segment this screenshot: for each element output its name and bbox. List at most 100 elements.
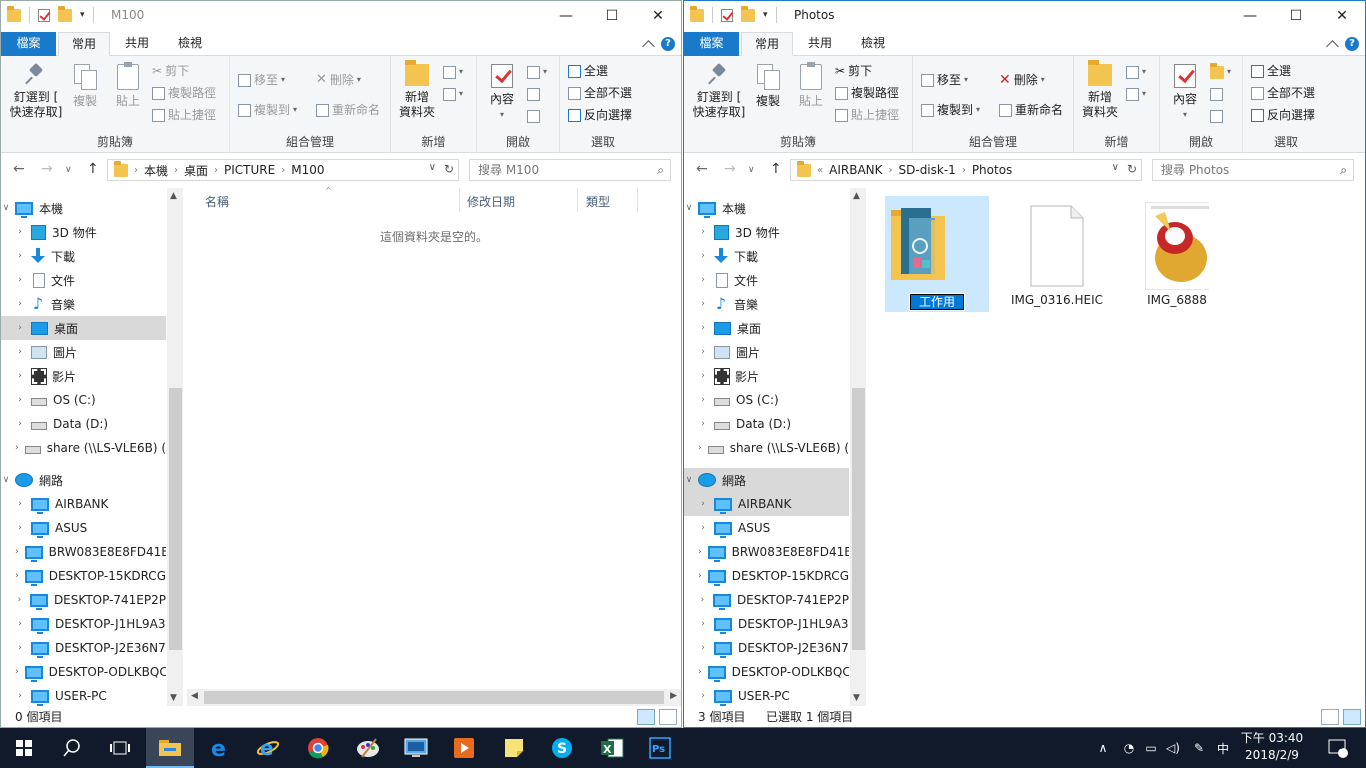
paste-button[interactable]: 貼上 <box>111 62 145 109</box>
taskbar-chrome[interactable] <box>294 728 342 768</box>
taskbar-photoshop[interactable]: Ps <box>636 728 684 768</box>
refresh-icon[interactable]: ↻ <box>1127 162 1137 176</box>
search-button[interactable] <box>48 728 96 768</box>
nav-item[interactable]: › 影片 <box>684 364 849 388</box>
nav-item[interactable]: › DESKTOP-15KDRCG <box>1 564 166 588</box>
select-none-button[interactable]: 全部不選 <box>1251 83 1315 103</box>
volume-tray-button[interactable]: ◁) <box>1162 728 1184 768</box>
scroll-down-icon[interactable]: ▼ <box>170 693 177 703</box>
nav-item-desktop[interactable]: › 桌面 <box>1 316 166 340</box>
nav-item[interactable]: › 3D 物件 <box>684 220 849 244</box>
nav-item[interactable]: › 文件 <box>684 268 849 292</box>
tab-share[interactable]: 共用 <box>113 32 161 56</box>
invert-selection-button[interactable]: 反向選擇 <box>568 105 632 125</box>
nav-item[interactable]: › ♪ 音樂 <box>1 292 166 316</box>
taskbar-edge[interactable]: e <box>196 728 244 768</box>
address-bar[interactable]: « AIRBANK › SD-disk-1 › Photos ∨ ↻ <box>790 159 1142 181</box>
nav-item[interactable]: › DESKTOP-ODLKBQC <box>1 660 166 684</box>
taskbar-file-explorer[interactable] <box>146 728 194 768</box>
maximize-button[interactable]: ☐ <box>1273 1 1319 31</box>
easy-access-button[interactable]: ▾ <box>443 84 463 104</box>
copy-button[interactable]: 複製 <box>750 64 786 109</box>
customize-qat-icon[interactable]: ▾ <box>80 10 85 20</box>
nav-item[interactable]: › Data (D:) <box>684 412 849 436</box>
properties-button[interactable]: 內容 ▾ <box>485 64 519 122</box>
nav-item[interactable]: › 圖片 <box>1 340 166 364</box>
nav-item[interactable]: › DESKTOP-J1HL9A3 <box>684 612 849 636</box>
nav-item[interactable]: › OS (C:) <box>1 388 166 412</box>
nav-item[interactable]: › share (\\LS-VLE6B) ( <box>1 436 166 460</box>
pen-tray-button[interactable]: ✎ <box>1188 728 1210 768</box>
minimize-button[interactable]: — <box>543 1 589 31</box>
pin-quick-access-button[interactable]: 釘選到 [ 快速存取] <box>690 64 748 120</box>
nav-item[interactable]: › 下載 <box>684 244 849 268</box>
column-header-name[interactable]: 名稱 <box>205 193 229 210</box>
edit-button[interactable] <box>1210 84 1223 104</box>
battery-tray-button[interactable]: ▭ <box>1140 728 1162 768</box>
start-button[interactable] <box>0 728 48 768</box>
close-button[interactable]: ✕ <box>635 1 681 31</box>
task-view-button[interactable] <box>96 728 144 768</box>
breadcrumb-item[interactable]: 桌面 <box>184 162 208 179</box>
nav-item-network[interactable]: ∨ 網路 <box>1 468 166 492</box>
scroll-left-icon[interactable]: ◀ <box>191 691 198 701</box>
history-button[interactable] <box>527 106 540 126</box>
collapse-ribbon-icon[interactable] <box>1326 39 1339 53</box>
open-button[interactable]: ▾ <box>1210 62 1231 82</box>
pin-quick-access-button[interactable]: 釘選到 [ 快速存取] <box>7 64 65 120</box>
new-item-button[interactable]: ▾ <box>1126 62 1146 82</box>
clock[interactable]: 下午 03:40 2018/2/9 <box>1236 730 1308 764</box>
back-arrow-icon[interactable]: ← <box>13 161 25 177</box>
nav-item-this-pc[interactable]: ∨ 本機 <box>684 196 849 220</box>
cut-button[interactable]: ✂ 剪下 <box>152 61 189 81</box>
file-tile-heic[interactable]: IMG_0316.HEIC <box>1005 196 1109 312</box>
recent-dropdown-icon[interactable]: ∨ <box>748 165 755 175</box>
select-all-button[interactable]: 全選 <box>568 61 608 81</box>
back-arrow-icon[interactable]: ← <box>696 161 708 177</box>
refresh-icon[interactable]: ↻ <box>444 162 454 176</box>
help-icon[interactable]: ? <box>661 37 675 51</box>
details-view-icon[interactable] <box>637 709 655 725</box>
file-tile-image[interactable]: IMG_6888 <box>1125 196 1229 312</box>
details-view-icon[interactable] <box>1321 709 1339 725</box>
large-icons-view-icon[interactable] <box>1343 709 1361 725</box>
scrollbar-thumb[interactable] <box>169 388 182 650</box>
nav-item[interactable]: › OS (C:) <box>684 388 849 412</box>
nav-item[interactable]: › 圖片 <box>684 340 849 364</box>
copy-to-button[interactable]: 複製到 ▾ <box>238 100 297 120</box>
move-to-button[interactable]: 移至 ▾ <box>238 70 285 90</box>
file-tile-folder[interactable]: 工作用 <box>885 196 989 312</box>
new-folder-icon[interactable] <box>741 5 755 22</box>
nav-item[interactable]: › 下載 <box>1 244 166 268</box>
scroll-up-icon[interactable]: ▲ <box>170 191 177 201</box>
copy-to-button[interactable]: 複製到 ▾ <box>921 100 980 120</box>
minimize-button[interactable]: — <box>1227 1 1273 31</box>
nav-item[interactable]: › ASUS <box>1 516 166 540</box>
column-header-modified[interactable]: 修改日期 <box>467 193 515 210</box>
nav-item-airbank[interactable]: › AIRBANK <box>684 492 849 516</box>
taskbar-sticky-notes[interactable] <box>490 728 538 768</box>
nav-item[interactable]: › DESKTOP-15KDRCG <box>684 564 849 588</box>
copy-button[interactable]: 複製 <box>67 64 103 109</box>
copy-path-button[interactable]: 複製路徑 <box>152 83 216 103</box>
rename-field[interactable]: 工作用 <box>885 293 989 311</box>
tab-home[interactable]: 常用 <box>58 32 110 56</box>
move-to-button[interactable]: 移至 ▾ <box>921 70 968 90</box>
new-folder-icon[interactable] <box>58 5 72 22</box>
nav-item[interactable]: › 3D 物件 <box>1 220 166 244</box>
breadcrumb-item[interactable]: SD-disk-1 <box>899 163 956 177</box>
nav-item[interactable]: › Data (D:) <box>1 412 166 436</box>
rename-button[interactable]: 重新命名 <box>316 100 380 120</box>
nav-item[interactable]: › BRW083E8E8FD41E <box>1 540 166 564</box>
tab-home[interactable]: 常用 <box>741 32 793 56</box>
nav-item[interactable]: › share (\\LS-VLE6B) ( <box>684 436 849 460</box>
taskbar-internet-explorer[interactable]: e <box>244 728 292 768</box>
nav-item[interactable]: › DESKTOP-741EP2P <box>1 588 166 612</box>
breadcrumb-overflow[interactable]: « <box>817 165 823 176</box>
properties-icon[interactable] <box>721 8 733 22</box>
search-input[interactable]: 搜尋 Photos ⌕ <box>1152 159 1354 181</box>
address-bar[interactable]: › 本機 › 桌面 › PICTURE › M100 ∨ ↻ <box>107 159 459 181</box>
taskbar-paint[interactable] <box>344 728 392 768</box>
history-button[interactable] <box>1210 106 1223 126</box>
copy-path-button[interactable]: 複製路徑 <box>835 83 899 103</box>
